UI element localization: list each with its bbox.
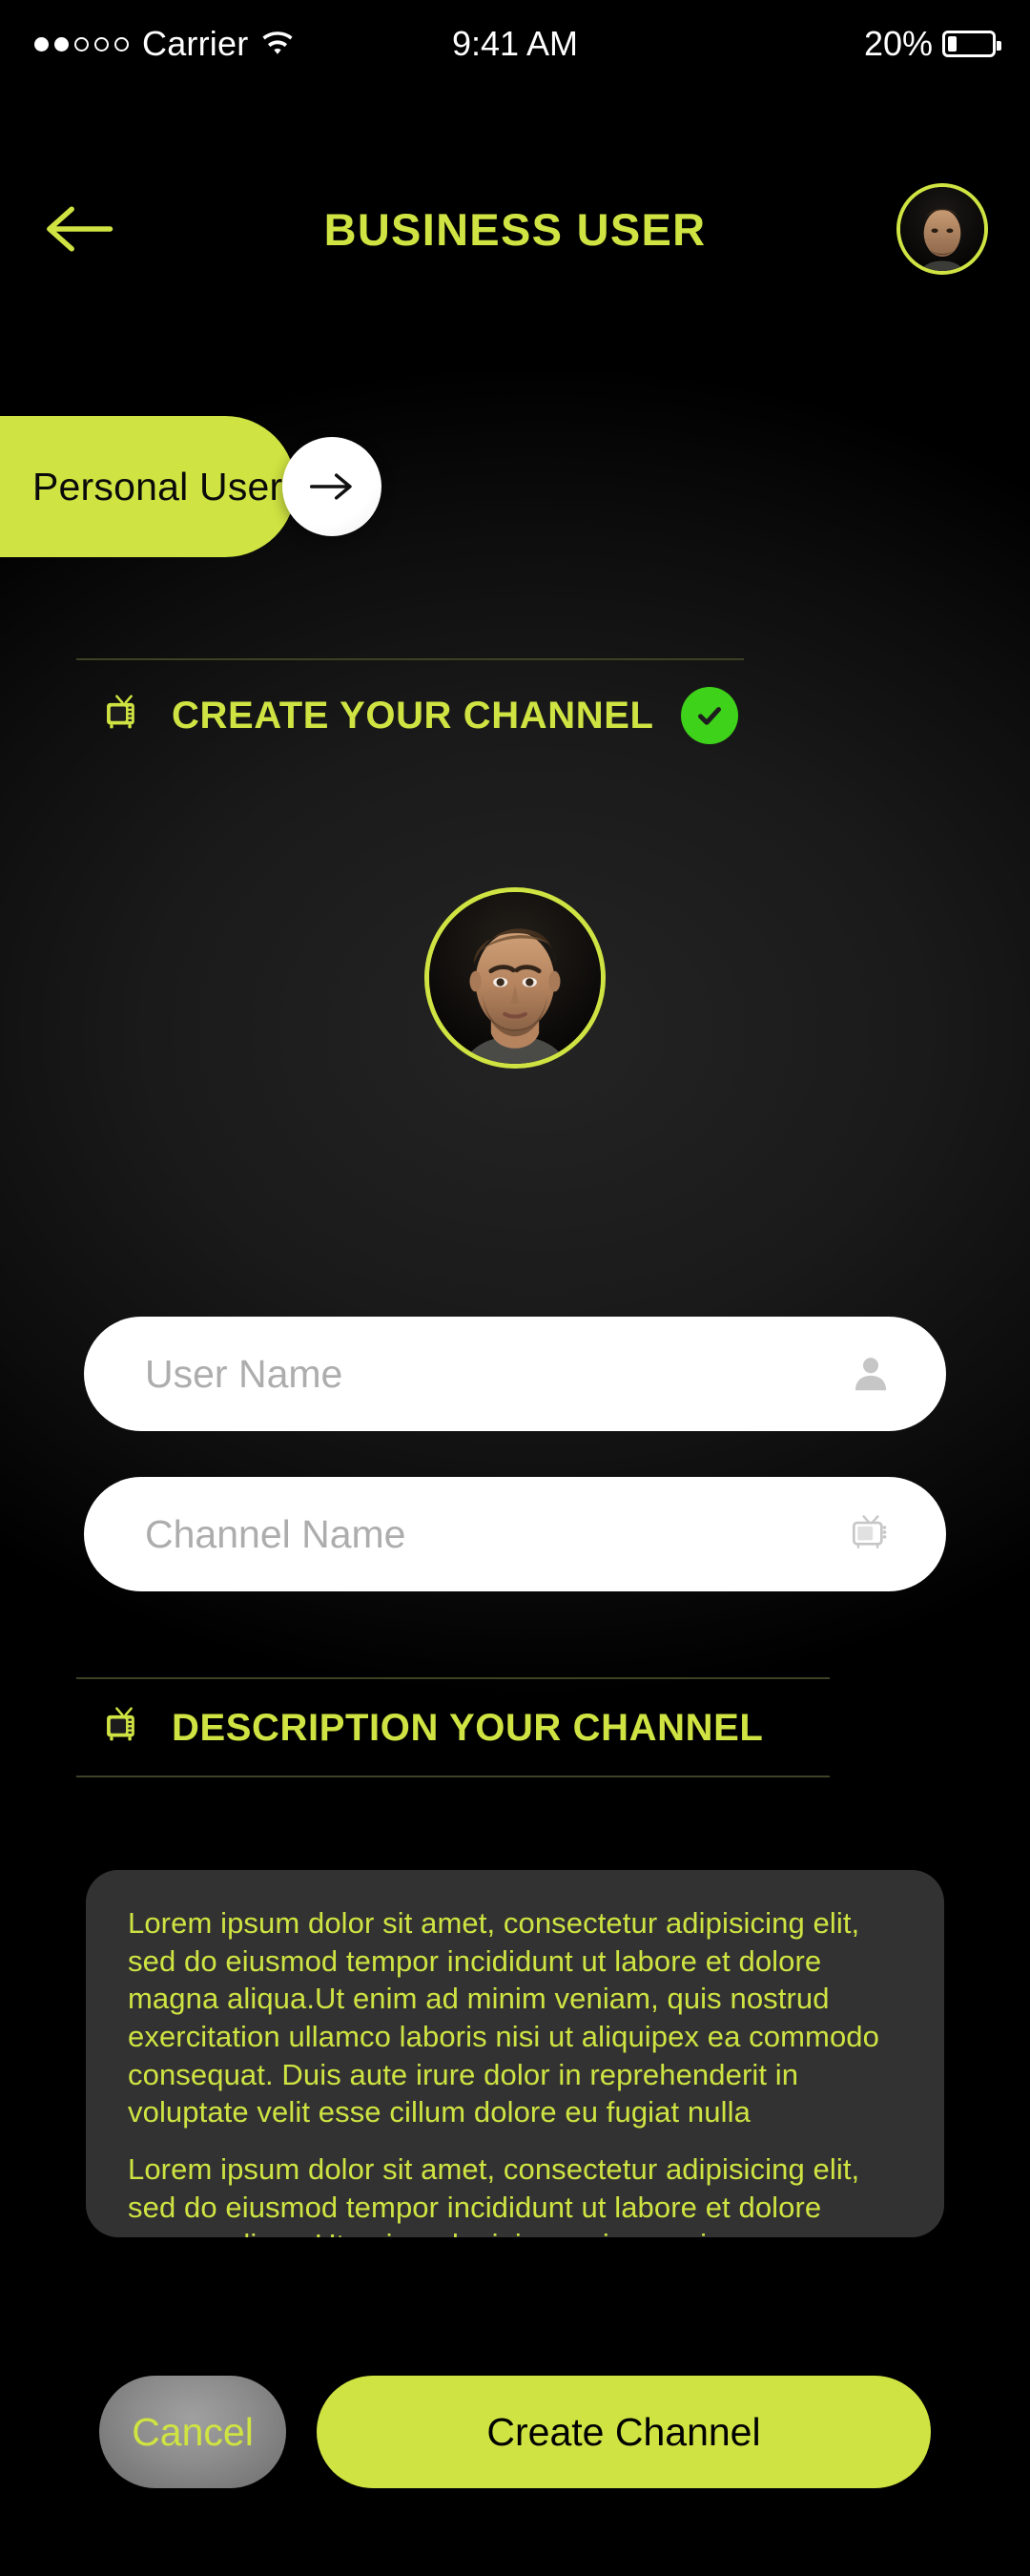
create-channel-button[interactable]: Create Channel	[317, 2376, 931, 2488]
check-circle-icon	[680, 687, 738, 744]
description-paragraph-2: Lorem ipsum dolor sit amet, consectetur …	[128, 2152, 860, 2237]
page-title: BUSINESS USER	[323, 203, 707, 255]
channel-name-field[interactable]	[84, 1477, 946, 1591]
cancel-button[interactable]: Cancel	[99, 2376, 286, 2488]
description-header-row: DESCRIPTION YOUR CHANNEL	[76, 1679, 830, 1776]
battery-percent-label: 20%	[863, 24, 933, 63]
channel-avatar-upload[interactable]	[424, 887, 606, 1069]
carrier-label: Carrier	[142, 24, 249, 63]
status-bar: Carrier 9:41 AM 20%	[0, 0, 1030, 88]
status-bar-left: Carrier	[34, 24, 864, 64]
person-icon	[849, 1352, 893, 1396]
status-bar-right: 20%	[863, 24, 1001, 64]
create-channel-section: CREATE YOUR CHANNEL	[76, 658, 744, 771]
user-name-input[interactable]	[145, 1351, 849, 1397]
channel-name-input[interactable]	[145, 1511, 849, 1557]
personal-user-switch[interactable]: Personal User	[0, 416, 382, 557]
action-bar: Cancel Create Channel	[0, 2376, 1030, 2488]
description-textarea[interactable]: Lorem ipsum dolor sit amet, consectetur …	[86, 1870, 944, 2237]
create-channel-header-row: CREATE YOUR CHANNEL	[76, 660, 744, 769]
signal-strength-icon	[34, 36, 129, 52]
back-button[interactable]	[42, 200, 116, 258]
create-channel-title: CREATE YOUR CHANNEL	[172, 694, 654, 737]
wifi-icon	[261, 31, 294, 56]
desc-divider-bottom	[76, 1776, 830, 1777]
television-icon	[849, 1512, 893, 1556]
description-paragraph-1: Lorem ipsum dolor sit amet, consectetur …	[128, 1906, 879, 2129]
switch-knob[interactable]	[282, 437, 382, 536]
app-screen: Carrier 9:41 AM 20% BUSINESS USER Person…	[0, 0, 1030, 2576]
app-header: BUSINESS USER	[0, 167, 1030, 291]
television-icon	[103, 1706, 145, 1751]
battery-icon	[942, 31, 1001, 57]
description-title: DESCRIPTION YOUR CHANNEL	[172, 1707, 764, 1749]
personal-user-label: Personal User	[32, 464, 283, 509]
television-icon	[103, 694, 145, 738]
header-avatar[interactable]	[896, 183, 988, 275]
description-section: DESCRIPTION YOUR CHANNEL	[76, 1677, 830, 1777]
user-name-field[interactable]	[84, 1317, 946, 1431]
arrow-right-icon	[310, 473, 353, 500]
